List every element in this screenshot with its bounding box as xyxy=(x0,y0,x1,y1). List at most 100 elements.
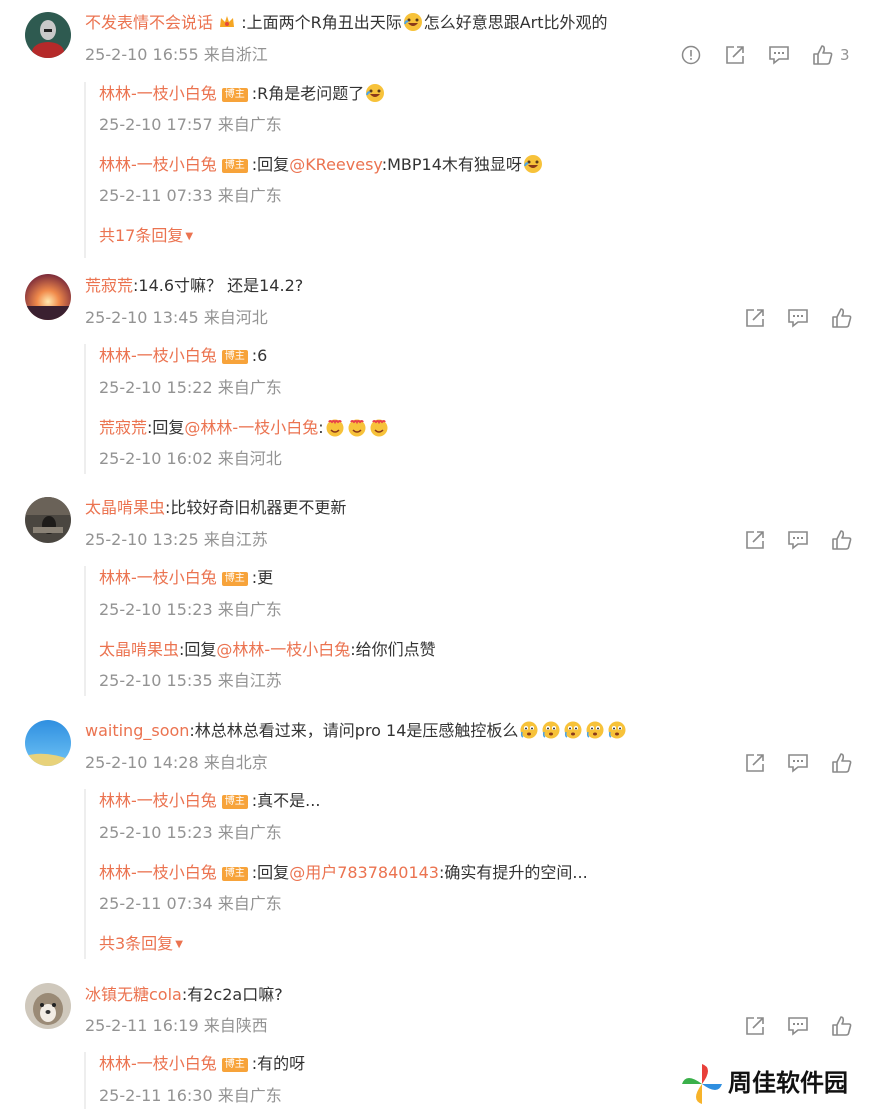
reply-content: :给你们点赞 xyxy=(350,640,436,659)
reply-divider xyxy=(84,789,86,959)
reply-meta: 25-2-10 16:02 来自河北 xyxy=(99,449,282,468)
mention-link[interactable]: @用户7837840143 xyxy=(289,863,439,882)
comment-main-text: 太晶啃果虫:比较好奇旧机器更不更新 xyxy=(85,497,346,519)
like-icon[interactable] xyxy=(831,752,853,774)
expand-replies-link[interactable]: 共17条回复 ▼ xyxy=(99,225,193,248)
reply-meta: 25-2-10 15:23 来自广东 xyxy=(99,600,282,619)
reply-content: :确实有提升的空间... xyxy=(439,863,588,882)
like-icon[interactable] xyxy=(831,1015,853,1037)
comment-icon[interactable] xyxy=(787,752,809,774)
comment-text: :比较好奇旧机器更不更新 xyxy=(165,498,347,517)
mention-link[interactable]: @KReevesy xyxy=(289,155,382,174)
comment-text: :14.6寸嘛？ 还是14.2? xyxy=(133,276,304,295)
reply-meta: 25-2-10 17:57 来自广东 xyxy=(99,115,282,134)
expand-replies-label: 共17条回复 xyxy=(99,226,184,245)
comment-main-text: 荒寂荒:14.6寸嘛？ 还是14.2? xyxy=(85,275,303,297)
avatar[interactable] xyxy=(25,720,71,766)
reply-username[interactable]: 荒寂荒 xyxy=(99,418,147,437)
like-count: 3 xyxy=(840,46,850,64)
avatar[interactable] xyxy=(25,497,71,543)
author-badge: 博主 xyxy=(221,867,248,881)
reply-meta: 25-2-11 07:34 来自广东 xyxy=(99,894,282,913)
reply-username[interactable]: 林林-一枝小白兔 xyxy=(99,791,217,810)
author-badge: 博主 xyxy=(221,88,248,102)
laugh-cry-emoji-icon xyxy=(365,83,385,103)
avatar[interactable] xyxy=(25,983,71,1029)
love-emoji-icon xyxy=(347,417,367,437)
avatar-image xyxy=(25,12,71,58)
author-badge: 博主 xyxy=(221,572,248,586)
expand-replies-link[interactable]: 共3条回复 ▼ xyxy=(99,933,183,956)
mention-link[interactable]: @林林-一枝小白兔 xyxy=(184,418,318,437)
love-emoji-icon xyxy=(325,417,345,437)
reply-meta: 25-2-11 07:33 来自广东 xyxy=(99,186,282,205)
reply-text: 荒寂荒:回复@林林-一枝小白兔: xyxy=(99,417,390,439)
comment-text: :林总林总看过来，请问pro 14是压感触控板么 xyxy=(189,721,519,740)
mention-link[interactable]: @林林-一枝小白兔 xyxy=(216,640,350,659)
comment-username[interactable]: 不发表情不会说话 xyxy=(85,13,213,32)
reply-meta: 25-2-10 15:22 来自广东 xyxy=(99,378,282,397)
reply-text: 林林-一枝小白兔 博主:6 xyxy=(99,345,267,367)
comment-main-text: waiting_soon:林总林总看过来，请问pro 14是压感触控板么 xyxy=(85,720,628,742)
share-icon[interactable] xyxy=(724,44,746,66)
share-icon[interactable] xyxy=(744,529,766,551)
report-icon[interactable] xyxy=(680,44,702,66)
comment-text-cont: 怎么好意思跟Art比外观的 xyxy=(423,13,608,32)
reply-username[interactable]: 林林-一枝小白兔 xyxy=(99,84,217,103)
caret-down-icon: ▼ xyxy=(175,939,183,950)
comment-main-text: 冰镇无糖cola:有2c2a口嘛? xyxy=(85,984,283,1006)
comment-username[interactable]: 太晶啃果虫 xyxy=(85,498,165,517)
laugh-cry-emoji-icon xyxy=(403,12,423,32)
reply-text: 林林-一枝小白兔 博主:回复@KReevesy:MBP14木有独显呀 xyxy=(99,154,544,176)
share-icon[interactable] xyxy=(744,752,766,774)
watermark-text: 周佳软件园 xyxy=(728,1069,848,1097)
reply-username[interactable]: 林林-一枝小白兔 xyxy=(99,1054,217,1073)
share-icon[interactable] xyxy=(744,1015,766,1037)
reply-username[interactable]: 林林-一枝小白兔 xyxy=(99,568,217,587)
reply-prefix: :回复 xyxy=(251,155,290,174)
author-badge: 博主 xyxy=(221,795,248,809)
comment-username[interactable]: 荒寂荒 xyxy=(85,276,133,295)
reply-username[interactable]: 林林-一枝小白兔 xyxy=(99,346,217,365)
like-icon[interactable] xyxy=(812,44,834,66)
comment-meta: 25-2-10 16:55 来自浙江 xyxy=(85,45,268,64)
avatar[interactable] xyxy=(25,274,71,320)
reply-prefix: :回复 xyxy=(179,640,217,659)
comment-icon[interactable] xyxy=(787,529,809,551)
love-emoji-icon xyxy=(369,417,389,437)
reply-username[interactable]: 太晶啃果虫 xyxy=(99,640,179,659)
comment-icon[interactable] xyxy=(787,1015,809,1037)
laugh-cry-emoji-icon xyxy=(523,154,543,174)
share-icon[interactable] xyxy=(744,307,766,329)
author-badge: 博主 xyxy=(221,159,248,173)
reply-divider xyxy=(84,82,86,258)
comment-icon[interactable] xyxy=(787,307,809,329)
like-icon[interactable] xyxy=(831,307,853,329)
comment-username[interactable]: waiting_soon xyxy=(85,721,189,740)
vip-crown-icon xyxy=(218,13,236,31)
pinwheel-logo-icon xyxy=(682,1064,722,1104)
avatar-image xyxy=(25,720,71,766)
reply-meta: 25-2-10 15:35 来自江苏 xyxy=(99,671,282,690)
reply-content: :MBP14木有独显呀 xyxy=(381,155,522,174)
comment-meta: 25-2-11 16:19 来自陕西 xyxy=(85,1016,268,1035)
comment-meta: 25-2-10 14:28 来自北京 xyxy=(85,753,268,772)
comment-meta: 25-2-10 13:25 来自江苏 xyxy=(85,530,268,549)
comment-meta: 25-2-10 13:45 来自河北 xyxy=(85,308,268,327)
reply-content: :更 xyxy=(251,568,274,587)
avatar-image xyxy=(25,983,71,1029)
reply-username[interactable]: 林林-一枝小白兔 xyxy=(99,155,217,174)
reply-text: 林林-一枝小白兔 博主:真不是... xyxy=(99,790,320,812)
comment-main-text: 不发表情不会说话 :上面两个R角丑出天际 怎么好意思跟Art比外观的 xyxy=(85,12,608,34)
comment-text: :有2c2a口嘛? xyxy=(181,985,283,1004)
reply-prefix: :回复 xyxy=(251,863,290,882)
comment-username[interactable]: 冰镇无糖cola xyxy=(85,985,182,1004)
reply-divider xyxy=(84,344,86,474)
avatar-image xyxy=(25,497,71,543)
comment-icon[interactable] xyxy=(768,44,790,66)
reply-username[interactable]: 林林-一枝小白兔 xyxy=(99,863,217,882)
like-icon[interactable] xyxy=(831,529,853,551)
reply-text: 太晶啃果虫:回复@林林-一枝小白兔:给你们点赞 xyxy=(99,639,436,661)
avatar[interactable] xyxy=(25,12,71,58)
reply-content: :有的呀 xyxy=(251,1054,306,1073)
